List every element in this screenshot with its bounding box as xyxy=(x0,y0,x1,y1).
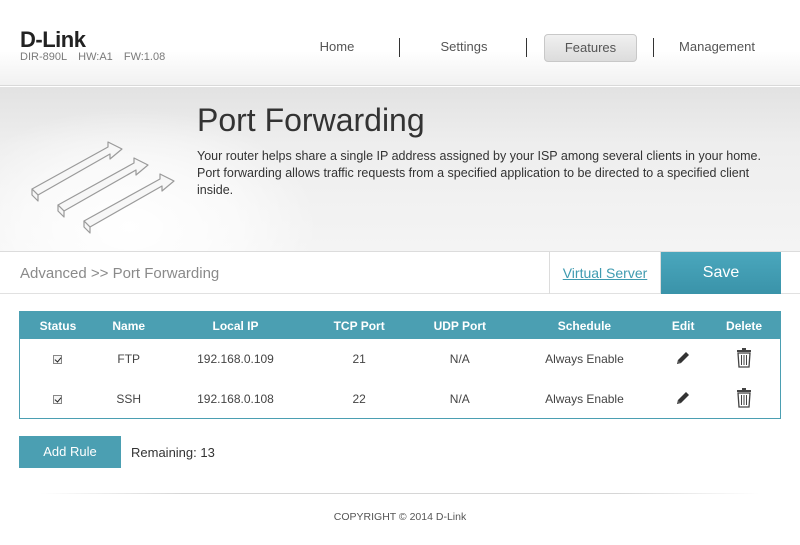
breadcrumb: Advanced >> Port Forwarding xyxy=(20,265,220,282)
rule-tcp-port: 22 xyxy=(352,392,366,406)
rule-tcp-port: 21 xyxy=(352,352,366,366)
nav-settings[interactable]: Settings xyxy=(425,34,503,62)
nav-divider xyxy=(653,38,654,57)
rule-local-ip: 192.168.0.108 xyxy=(197,392,274,406)
port-arrows-icon xyxy=(31,141,175,234)
header: D-Link DIR-890L HW:A1 FW:1.08 Home Setti… xyxy=(0,0,800,86)
col-udp-port: UDP Port xyxy=(433,318,487,333)
col-schedule: Schedule xyxy=(557,318,612,333)
col-status: Status xyxy=(39,318,77,333)
page-title: Port Forwarding xyxy=(197,102,425,138)
rule-schedule: Always Enable xyxy=(545,352,624,366)
status-checkbox[interactable] xyxy=(53,355,63,365)
dlink-logo: D-Link xyxy=(20,27,86,52)
save-button[interactable]: Save xyxy=(661,252,781,294)
remaining-count: Remaining: 13 xyxy=(131,445,215,460)
main-nav: Home Settings Features Management xyxy=(280,34,790,62)
rule-udp-port: N/A xyxy=(449,352,470,366)
hw-version: HW:A1 xyxy=(78,51,113,63)
rule-schedule: Always Enable xyxy=(545,392,624,406)
nav-features[interactable]: Features xyxy=(544,34,637,62)
rule-name: FTP xyxy=(117,352,141,366)
nav-home[interactable]: Home xyxy=(300,34,374,62)
pencil-icon[interactable] xyxy=(674,349,692,367)
port-forwarding-table: Status Name Local IP TCP Port UDP Port S… xyxy=(19,311,781,419)
table-row: SSH 192.168.0.108 22 N/A Always Enable xyxy=(20,379,780,419)
table-row: FTP 192.168.0.109 21 N/A Always Enable xyxy=(20,339,780,379)
page-description: Your router helps share a single IP addr… xyxy=(197,149,761,197)
col-tcp-port: TCP Port xyxy=(333,318,385,333)
copyright: COPYRIGHT © 2014 D-Link xyxy=(333,511,467,523)
trash-icon[interactable] xyxy=(736,347,752,368)
table-header-row: Status Name Local IP TCP Port UDP Port S… xyxy=(20,312,780,339)
rule-local-ip: 192.168.0.109 xyxy=(197,352,274,366)
col-local-ip: Local IP xyxy=(212,318,259,333)
pencil-icon[interactable] xyxy=(674,389,692,407)
breadcrumb-bar: Advanced >> Port Forwarding Virtual Serv… xyxy=(0,252,800,294)
status-checkbox[interactable] xyxy=(53,395,63,405)
model-name: DIR-890L xyxy=(20,51,68,63)
footer-divider xyxy=(40,493,760,494)
device-info: DIR-890L HW:A1 FW:1.08 xyxy=(20,51,173,63)
trash-icon[interactable] xyxy=(736,387,752,408)
nav-divider xyxy=(399,38,400,57)
nav-divider xyxy=(526,38,527,57)
col-delete: Delete xyxy=(726,318,763,333)
add-rule-button[interactable]: Add Rule xyxy=(19,436,121,468)
fw-version: FW:1.08 xyxy=(123,51,166,63)
rule-name: SSH xyxy=(116,392,142,406)
rule-udp-port: N/A xyxy=(449,392,470,406)
col-edit: Edit xyxy=(671,318,695,333)
col-name: Name xyxy=(112,318,146,333)
nav-management[interactable]: Management xyxy=(673,34,761,62)
virtual-server-link[interactable]: Virtual Server xyxy=(549,252,661,294)
